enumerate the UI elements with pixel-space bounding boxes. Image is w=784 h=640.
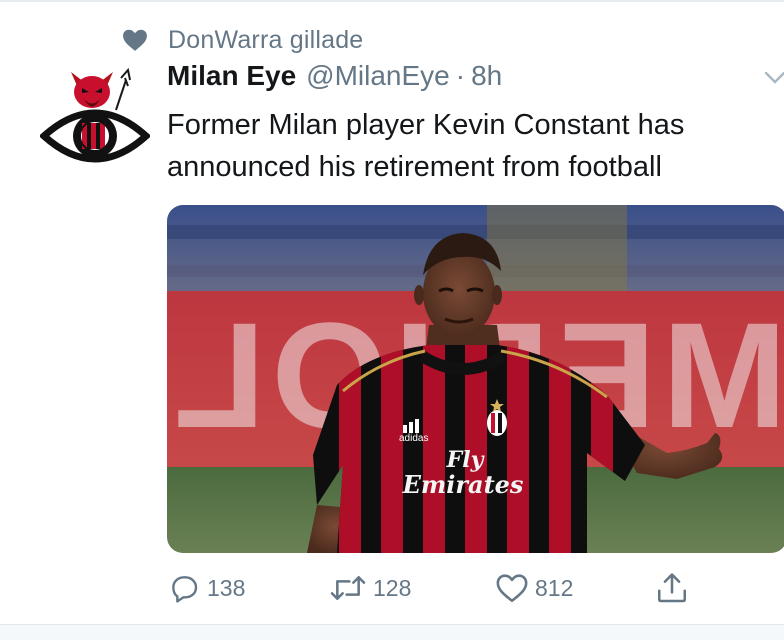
retweet-icon [329,572,367,604]
author-name[interactable]: Milan Eye [167,60,296,92]
tweet-text-line: Former Milan player Kevin Constant has [167,109,685,141]
tweet-text-line: announced his retirement from football [167,151,662,183]
share-icon [655,571,689,605]
retweet-count: 128 [373,574,412,601]
avatar[interactable] [38,66,152,176]
top-divider [0,0,784,2]
heart-icon [122,28,148,52]
reply-button[interactable]: 138 [167,566,245,610]
tweet-actions: 138 128 812 [167,566,767,610]
chevron-down-icon[interactable] [764,70,784,86]
like-icon [495,572,529,604]
tweet-media-image[interactable]: MEDIOLANUM [167,205,784,553]
separator-dot: · [455,60,466,91]
tweet-text: Former Milan player Kevin Constant has a… [167,104,767,188]
reply-icon [167,572,201,604]
retweet-button[interactable]: 128 [329,566,411,610]
author-handle[interactable]: @MilanEye [306,60,450,92]
jersey-brand: adidas [399,433,428,444]
share-button[interactable] [655,566,689,610]
tweet-header: Milan Eye @MilanEye · 8h [167,60,502,100]
like-button[interactable]: 812 [495,566,573,610]
next-tweet-gap [0,625,784,640]
timestamp[interactable]: 8h [471,60,502,92]
like-count: 812 [535,574,574,601]
social-context-text[interactable]: DonWarra gillade [168,26,363,55]
social-context: DonWarra gillade [122,26,363,54]
reply-count: 138 [207,574,246,601]
jersey-sponsor-line2: Emirates [402,470,524,499]
